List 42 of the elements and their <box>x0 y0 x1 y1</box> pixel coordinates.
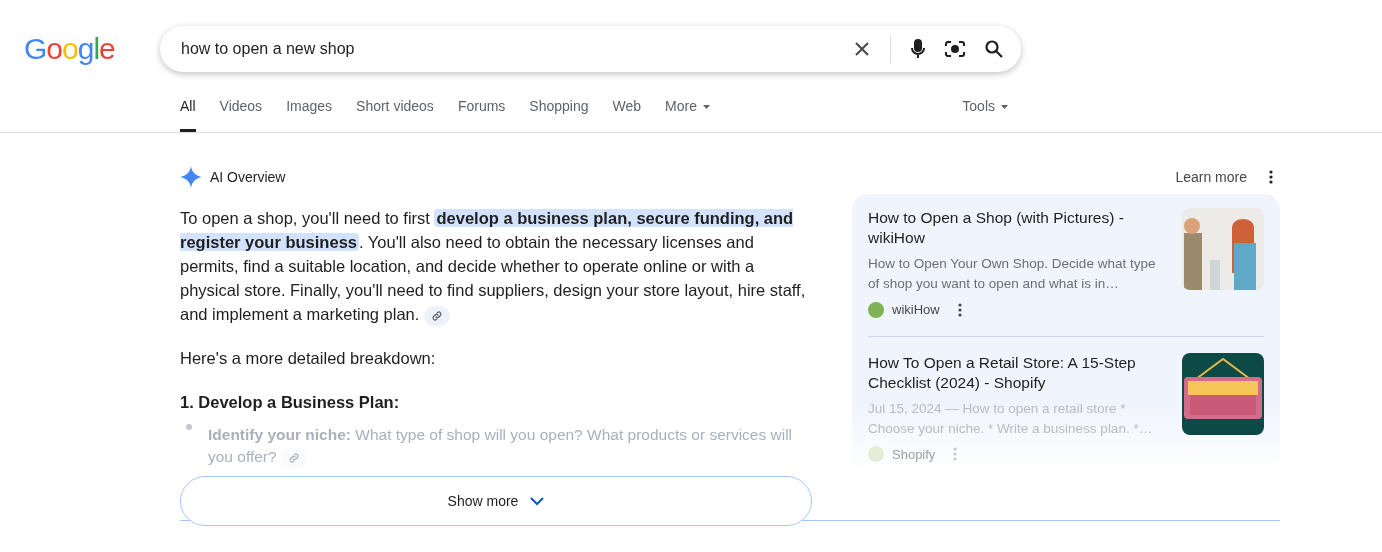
open-sign-thumbnail[interactable] <box>1182 352 1264 435</box>
show-more-button[interactable]: Show more <box>180 476 812 526</box>
learn-more-link[interactable]: Learn more <box>1175 166 1247 188</box>
sparkle-icon <box>180 166 202 188</box>
site-favicon-icon <box>868 446 884 463</box>
search-tab[interactable]: Forums <box>457 96 506 132</box>
overview-paragraph: To open a shop, you'll need to first develop a business plan, secure funding, and register your business. You'll also need to obtain the necessary licenses and permits, find a suitable location, and decide whether to operate online or with a physical store. Finally, you'll need to find suppliers, design your store layout, hire staff, and implement a marketing plan. <box>180 206 812 326</box>
source-title-link[interactable]: How to Open a Shop (with Pictures) - wikiHow <box>868 208 1168 248</box>
bullet-icon <box>186 424 192 430</box>
clear-icon[interactable] <box>854 41 870 57</box>
tools-button[interactable]: Tools <box>962 96 1008 132</box>
caret-icon <box>702 104 710 109</box>
site-name: wikiHow <box>892 301 940 319</box>
illustration-thumbnail[interactable] <box>1182 208 1264 290</box>
site-favicon-icon <box>868 301 884 318</box>
site-name: Shopify <box>892 445 936 464</box>
chevron-down-icon <box>530 496 545 506</box>
camera-lens-icon[interactable] <box>945 40 965 58</box>
search-icon[interactable] <box>985 40 1003 58</box>
search-tab[interactable]: Shopping <box>529 96 589 132</box>
microphone-icon[interactable] <box>911 39 925 59</box>
search-tab[interactable]: Images <box>286 96 333 132</box>
search-tab[interactable]: Web <box>612 96 642 132</box>
source-snippet: How to Open Your Own Shop. Decide what type of shop you want to open and what is in… <box>868 255 1157 293</box>
link-icon <box>430 309 443 322</box>
source-snippet: Jul 15, 2024 — How to open a retail store * Choose your niche. * Write a business plan. *… <box>868 399 1154 438</box>
search-tab[interactable]: Short videos <box>356 96 434 132</box>
more-options-icon[interactable] <box>1269 170 1273 184</box>
search-tab[interactable]: More <box>665 96 710 132</box>
source-title-link[interactable]: How To Open a Retail Store: A 15-Step Checklist (2024) - Shopify <box>868 352 1168 393</box>
caret-icon <box>1001 104 1008 109</box>
google-logo[interactable]: Google <box>0 34 160 64</box>
bullet-text: Identify your niche: What type of shop will you open? What products or services will you offer? <box>208 424 812 468</box>
search-field[interactable]: how to open a new shop <box>181 37 854 61</box>
breakdown-intro: Here's a more detailed breakdown: <box>180 348 437 369</box>
section-heading: 1. Develop a Business Plan: <box>180 392 401 413</box>
more-options-icon[interactable] <box>957 302 962 317</box>
search-tab[interactable]: Videos <box>219 96 263 132</box>
citation-link[interactable] <box>423 305 450 326</box>
ai-overview-title: AI Overview <box>210 167 287 187</box>
search-tab[interactable]: All <box>180 96 196 132</box>
link-icon <box>287 451 300 464</box>
